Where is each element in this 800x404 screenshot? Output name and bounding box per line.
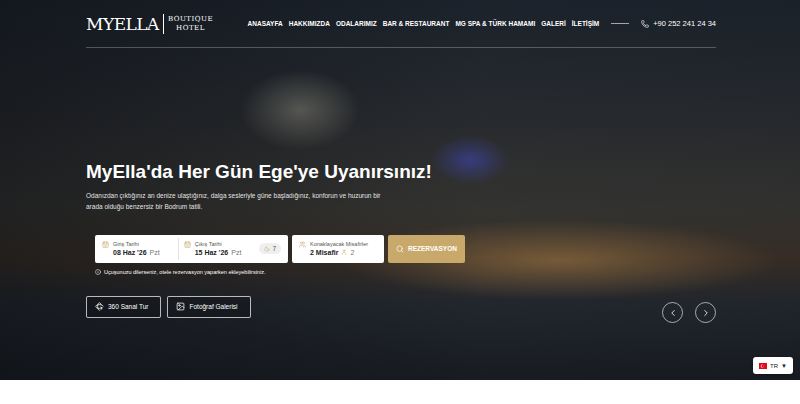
chevron-left-icon — [668, 308, 678, 318]
field-label: Çıkış Tarihi — [195, 241, 242, 247]
flag-icon — [759, 363, 767, 369]
slider-arrows — [662, 302, 716, 323]
field-value: 15 Haz '26Pzt — [195, 249, 242, 256]
nav: ANASAYFA HAKKIMIZDA ODALARIMIZ BAR & RESTAU… — [248, 19, 716, 28]
logo[interactable]: MYELLABOUTIQUEHOTEL — [86, 14, 213, 34]
reservation-button[interactable]: REZERVASYON — [388, 235, 465, 263]
prev-button[interactable] — [662, 302, 683, 323]
action-row: 360 Sanal Tur Fotoğraf Galerisi — [86, 296, 716, 318]
person-icon — [341, 249, 347, 255]
gallery-button[interactable]: Fotoğraf Galerisi — [167, 296, 250, 318]
chevron-right-icon — [701, 308, 711, 318]
hero: MYELLABOUTIQUEHOTEL ANASAYFA HAKKIMIZDA ODA… — [0, 0, 800, 380]
info-icon — [95, 269, 101, 275]
nav-item[interactable]: ANASAYFA — [248, 20, 283, 27]
next-button[interactable] — [695, 302, 716, 323]
calendar-icon — [102, 241, 109, 248]
bottom-strip — [0, 380, 800, 404]
nav-item[interactable]: GALERİ — [541, 20, 566, 27]
nav-item[interactable]: HAKKIMIZDA — [289, 20, 330, 27]
hero-title: MyElla'da Her Gün Ege'ye Uyanırsınız! — [86, 161, 716, 184]
page: MYELLABOUTIQUEHOTEL ANASAYFA HAKKIMIZDA ODA… — [0, 0, 800, 404]
hero-subtitle: Odanızdan çıktığınız an denize ulaştığın… — [86, 190, 386, 213]
nav-item[interactable]: İLETİŞİM — [572, 20, 599, 27]
nights-badge: 7 — [259, 243, 281, 254]
checkin-field[interactable]: Giriş Tarihi 08 Haz '26Pzt — [102, 241, 173, 256]
nav-item[interactable]: ODALARIMIZ — [336, 20, 377, 27]
search-icon — [396, 245, 404, 253]
nav-divider — [611, 23, 629, 24]
moon-icon — [264, 246, 270, 252]
guests-icon — [299, 241, 306, 248]
booking-note: Uçuşunuzu dilerseniz, otele rezervasyon … — [95, 269, 716, 275]
rotate-icon — [95, 302, 104, 311]
guests-box[interactable]: Konaklayacak Misafirler2 Misafir2 — [292, 235, 384, 263]
field-label: Giriş Tarihi — [113, 241, 160, 247]
field-value: 08 Haz '26Pzt — [113, 249, 160, 256]
image-icon — [176, 302, 185, 311]
checkout-field[interactable]: Çıkış Tarihi 15 Haz '26Pzt — [184, 241, 255, 256]
nav-item[interactable]: MG SPA & TÜRK HAMAMI — [455, 20, 535, 27]
nav-item[interactable]: BAR & RESTAURANT — [383, 20, 450, 27]
tour-button[interactable]: 360 Sanal Tur — [86, 296, 161, 318]
calendar-icon — [184, 241, 191, 248]
header: MYELLABOUTIQUEHOTEL ANASAYFA HAKKIMIZDA ODA… — [86, 0, 716, 48]
phone[interactable]: +90 252 241 24 34 — [641, 19, 716, 28]
language-switcher[interactable]: TR▼ — [753, 357, 793, 374]
date-box: Giriş Tarihi 08 Haz '26Pzt Çıkış Tarihi 15 … — [95, 235, 288, 263]
phone-icon — [641, 20, 649, 28]
booking-bar: Giriş Tarihi 08 Haz '26Pzt Çıkış Tarihi 15 … — [95, 235, 716, 263]
